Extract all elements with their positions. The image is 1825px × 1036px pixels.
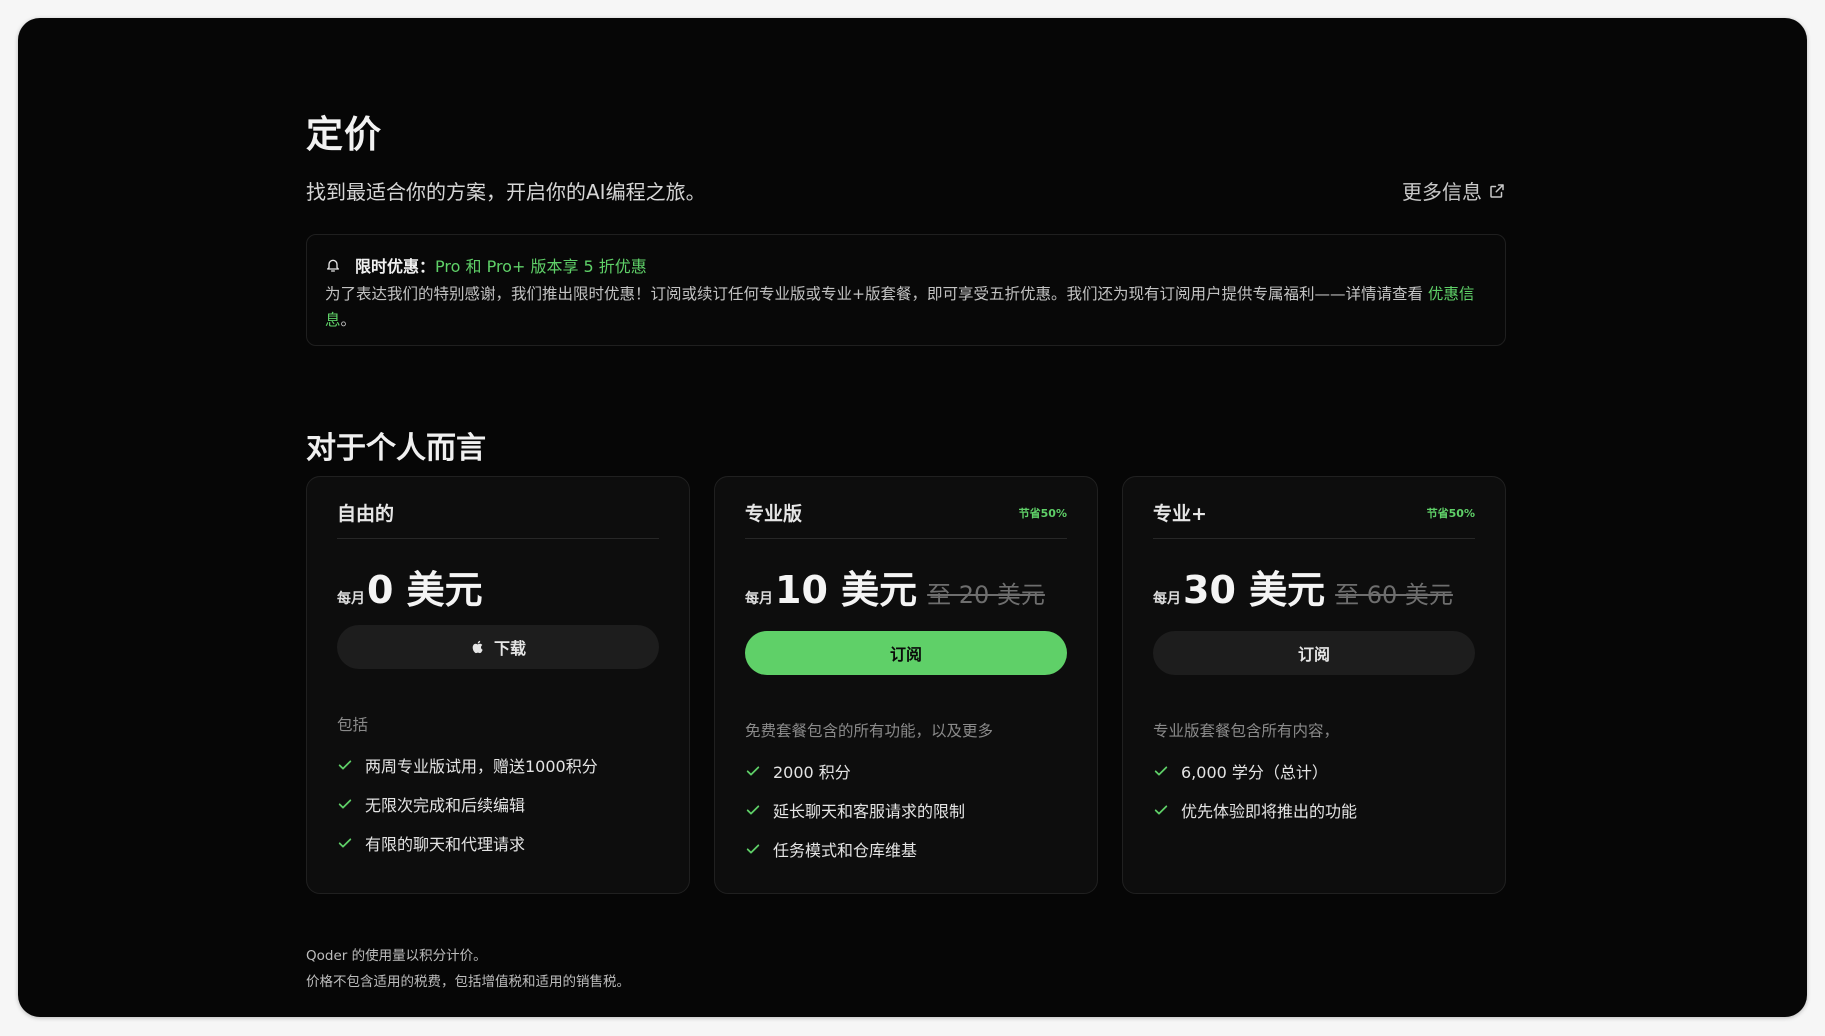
feature-item: 优先体验即将推出的功能 (1153, 790, 1475, 829)
price-amount: 30 美元 (1183, 568, 1326, 612)
footnote-tax: 价格不包含适用的税费，包括增值税和适用的销售税。 (306, 974, 630, 990)
discount-badge: 节省50% (1018, 507, 1067, 520)
app-window: 定价 找到最适合你的方案，开启你的AI编程之旅。 更多信息 限时优惠： Pro … (18, 18, 1807, 1017)
includes-label: 包括 (337, 716, 369, 734)
promo-body: 为了表达我们的特别感谢，我们推出限时优惠！订阅或续订任何专业版或专业+版套餐，即… (325, 281, 1487, 333)
more-info-label: 更多信息 (1402, 180, 1482, 204)
price-row: 每月 10 美元 至 20 美元 (745, 559, 1067, 612)
check-icon (338, 837, 352, 848)
subscribe-button-label: 订阅 (1297, 645, 1330, 664)
feature-text: 有限的聊天和代理请求 (365, 834, 526, 854)
apple-icon (472, 640, 483, 654)
download-button[interactable]: 下载 (337, 625, 659, 669)
feature-text: 2000 积分 (773, 762, 851, 782)
feature-item: 无限次完成和后续编辑 (337, 784, 659, 823)
subscribe-button-label: 订阅 (889, 645, 922, 664)
promo-banner: 限时优惠： Pro 和 Pro+ 版本享 5 折优惠 为了表达我们的特别感谢，我… (306, 234, 1506, 346)
feature-text: 任务模式和仓库维基 (773, 840, 918, 860)
includes-label: 专业版套餐包含所有内容， (1153, 722, 1340, 740)
promo-body-tail: 。 (340, 311, 357, 329)
feature-item: 延长聊天和客服请求的限制 (745, 790, 1067, 829)
feature-item: 2000 积分 (745, 751, 1067, 790)
feature-list: 6,000 学分（总计） 优先体验即将推出的功能 (1153, 751, 1475, 829)
price-amount: 10 美元 (775, 568, 918, 612)
discount-badge: 节省50% (1426, 507, 1475, 520)
original-price: 至 20 美元 (927, 581, 1045, 609)
price-period: 每月 (1153, 591, 1181, 607)
plan-name: 专业版 (745, 503, 803, 525)
plan-card-header: 专业+ 节省50% (1153, 477, 1475, 539)
footnote-credits: Qoder 的使用量以积分计价。 (306, 948, 487, 964)
plan-name: 专业+ (1153, 503, 1207, 525)
price-period: 每月 (745, 591, 773, 607)
page-title: 定价 (306, 113, 382, 156)
plan-card-header: 自由的 (337, 477, 659, 539)
feature-text: 延长聊天和客服请求的限制 (773, 801, 966, 821)
price-row: 每月 0 美元 (337, 559, 659, 612)
feature-text: 6,000 学分（总计） (1181, 762, 1328, 782)
feature-item: 有限的聊天和代理请求 (337, 823, 659, 862)
more-info-link[interactable]: 更多信息 (1402, 176, 1506, 205)
feature-item: 两周专业版试用，赠送1000积分 (337, 745, 659, 784)
check-icon (746, 843, 760, 854)
price-amount: 0 美元 (367, 568, 483, 612)
feature-list: 2000 积分 延长聊天和客服请求的限制 任务模式和仓库维基 (745, 751, 1067, 868)
feature-item: 6,000 学分（总计） (1153, 751, 1475, 790)
plan-card-free: 自由的 每月 0 美元 下载 包括 两周专业版试用，赠送1000积分 无限次完成… (306, 476, 690, 894)
promo-header: 限时优惠： Pro 和 Pro+ 版本享 5 折优惠 (325, 253, 1487, 277)
feature-text: 无限次完成和后续编辑 (365, 795, 526, 815)
includes-label: 免费套餐包含的所有功能，以及更多 (745, 722, 994, 740)
external-link-icon (1490, 183, 1504, 198)
feature-item: 任务模式和仓库维基 (745, 829, 1067, 868)
section-title-individuals: 对于个人而言 (306, 431, 486, 466)
plan-card-pro: 专业版 节省50% 每月 10 美元 至 20 美元 订阅 免费套餐包含的所有功… (714, 476, 1098, 894)
check-icon (338, 759, 352, 770)
check-icon (338, 798, 352, 809)
original-price: 至 60 美元 (1335, 581, 1453, 609)
check-icon (1154, 804, 1168, 815)
feature-text: 优先体验即将推出的功能 (1181, 801, 1358, 821)
download-button-label: 下载 (493, 639, 526, 658)
plan-name: 自由的 (337, 503, 395, 525)
check-icon (746, 765, 760, 776)
price-period: 每月 (337, 591, 365, 607)
promo-label: 限时优惠： (355, 257, 436, 276)
pricing-content: 定价 找到最适合你的方案，开启你的AI编程之旅。 更多信息 限时优惠： Pro … (306, 18, 1506, 1017)
plan-card-header: 专业版 节省50% (745, 477, 1067, 539)
plan-card-pro-plus: 专业+ 节省50% 每月 30 美元 至 60 美元 订阅 专业版套餐包含所有内… (1122, 476, 1506, 894)
promo-body-text: 为了表达我们的特别感谢，我们推出限时优惠！订阅或续订任何专业版或专业+版套餐，即… (325, 285, 1428, 303)
bell-icon (327, 259, 339, 272)
page-subtitle: 找到最适合你的方案，开启你的AI编程之旅。 (306, 180, 706, 204)
check-icon (1154, 765, 1168, 776)
subscribe-button[interactable]: 订阅 (1153, 631, 1475, 675)
feature-list: 两周专业版试用，赠送1000积分 无限次完成和后续编辑 有限的聊天和代理请求 (337, 745, 659, 862)
subscribe-button[interactable]: 订阅 (745, 631, 1067, 675)
price-row: 每月 30 美元 至 60 美元 (1153, 559, 1475, 612)
promo-highlight: Pro 和 Pro+ 版本享 5 折优惠 (435, 257, 647, 276)
feature-text: 两周专业版试用，赠送1000积分 (365, 756, 598, 776)
check-icon (746, 804, 760, 815)
